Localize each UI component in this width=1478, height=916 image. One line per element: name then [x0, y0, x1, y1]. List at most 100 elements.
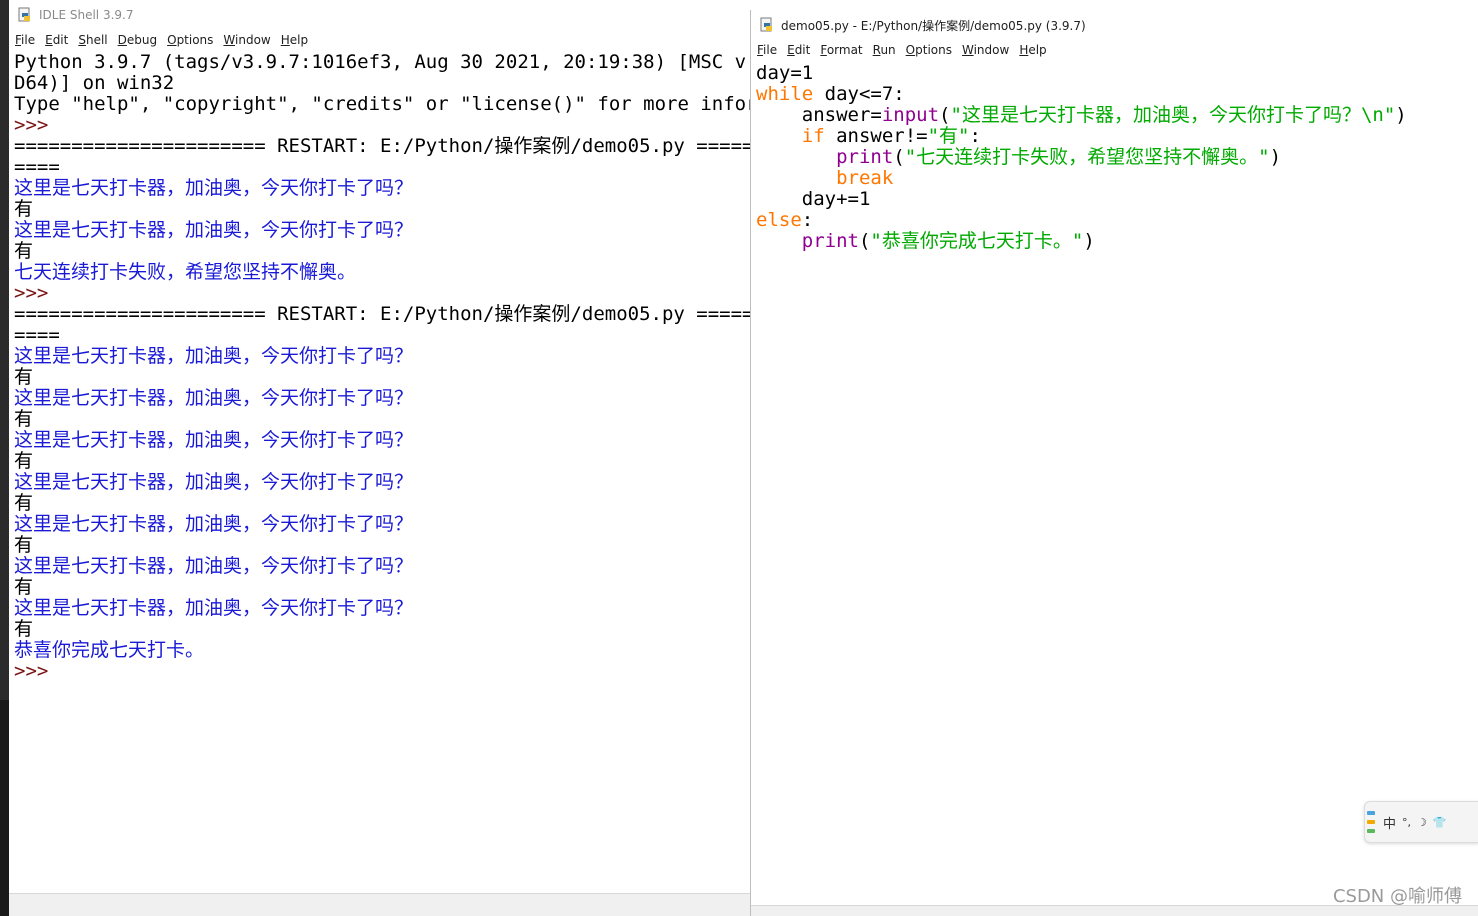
code-token-def: ): [1083, 230, 1095, 252]
ime-grip-icon[interactable]: [1367, 811, 1375, 833]
shell-line-inp: 有: [14, 492, 34, 514]
shell-menu-help[interactable]: Help: [281, 33, 308, 47]
shell-line-inp: 有: [14, 198, 34, 220]
code-token-str: "七天连续打卡失败，希望您坚持不懈奥。": [904, 146, 1270, 168]
code-token-def: ): [1395, 104, 1407, 126]
code-token-def: (: [939, 104, 951, 126]
ime-language-toggle[interactable]: 中: [1383, 813, 1396, 832]
shell-menu-options[interactable]: Options: [167, 33, 213, 47]
ime-skin-icon[interactable]: 👕: [1433, 816, 1447, 829]
shell-line-stdout: 这里是七天打卡器，加油奥，今天你打卡了吗？: [14, 555, 414, 577]
code-token-str: "恭喜你完成七天打卡。": [870, 230, 1084, 252]
code-line: else:: [756, 210, 1476, 231]
code-token-kw: break: [836, 167, 894, 189]
shell-line-inp: 有: [14, 450, 34, 472]
shell-horizontal-scrollbar[interactable]: [9, 893, 750, 916]
code-line: day=1: [756, 63, 1476, 84]
shell-menubar: File Edit Shell Debug Options Window Help: [9, 30, 750, 50]
shell-line-inp: 有: [14, 240, 34, 262]
code-token-def: (: [893, 146, 905, 168]
shell-line-inp: 有: [14, 618, 34, 640]
code-token-kw: else: [756, 209, 802, 231]
shell-line-out: ====================== RESTART: E:/Pytho…: [14, 303, 750, 325]
shell-line-stdout: 这里是七天打卡器，加油奥，今天你打卡了吗？: [14, 387, 414, 409]
shell-line-stdout: 这里是七天打卡器，加油奥，今天你打卡了吗？: [14, 219, 414, 241]
shell-line-out: D64)] on win32: [14, 72, 175, 94]
shell-line-stdout: 七天连续打卡失败，希望您坚持不懈奥。: [14, 261, 357, 283]
shell-menu-shell[interactable]: Shell: [78, 33, 107, 47]
shell-line-stdout: 这里是七天打卡器，加油奥，今天你打卡了吗？: [14, 345, 414, 367]
code-token-bi: print: [801, 230, 859, 252]
code-token-def: [756, 167, 836, 189]
shell-line-prompt: >>>: [14, 282, 60, 304]
code-line: answer=input("这里是七天打卡器，加油奥，今天你打卡了吗？\n"): [756, 105, 1476, 126]
shell-line-prompt: >>>: [14, 114, 60, 136]
editor-menu-options[interactable]: Options: [906, 43, 952, 57]
code-line: day+=1: [756, 189, 1476, 210]
code-line: if answer!="有":: [756, 126, 1476, 147]
editor-menubar: File Edit Format Run Options Window Help: [751, 40, 1478, 60]
code-line: while day<=7:: [756, 84, 1476, 105]
code-token-def: :: [801, 209, 814, 231]
code-token-def: answer!=: [824, 125, 928, 147]
editor-menu-window[interactable]: Window: [962, 43, 1009, 57]
shell-line-stdout: 这里是七天打卡器，加油奥，今天你打卡了吗？: [14, 429, 414, 451]
shell-line-stdout: 这里是七天打卡器，加油奥，今天你打卡了吗？: [14, 177, 414, 199]
editor-menu-file[interactable]: File: [757, 43, 777, 57]
shell-line-inp: 有: [14, 366, 34, 388]
code-token-def: day=1: [756, 63, 814, 84]
idle-shell-window: IDLE Shell 3.9.7 File Edit Shell Debug Optio…: [9, 0, 750, 916]
ime-moon-icon[interactable]: ☽: [1417, 816, 1427, 829]
shell-window-title: IDLE Shell 3.9.7: [39, 8, 134, 22]
shell-line-stdout: 恭喜你完成七天打卡。: [14, 639, 205, 661]
code-token-bi: print: [836, 146, 894, 168]
code-token-def: day+=1: [756, 188, 871, 210]
code-token-def: [756, 230, 802, 252]
editor-window-title: demo05.py - E:/Python/操作案例/demo05.py (3.…: [781, 18, 1086, 33]
shell-menu-debug[interactable]: Debug: [118, 33, 157, 47]
desktop-edge-shadow: [0, 700, 9, 916]
shell-titlebar[interactable]: IDLE Shell 3.9.7: [9, 0, 750, 30]
code-editor-area[interactable]: day=1 while day<=7: answer=input("这里是七天打卡…: [756, 63, 1476, 903]
code-line: print("七天连续打卡失败，希望您坚持不懈奥。"): [756, 147, 1476, 168]
shell-line-stdout: 这里是七天打卡器，加油奥，今天你打卡了吗？: [14, 513, 414, 535]
desktop-edge: [0, 0, 9, 916]
editor-menu-help[interactable]: Help: [1019, 43, 1046, 57]
code-token-str: "这里是七天打卡器，加油奥，今天你打卡了吗？\n": [950, 104, 1396, 126]
editor-menu-run[interactable]: Run: [873, 43, 896, 57]
code-token-def: :: [969, 125, 981, 147]
editor-menu-edit[interactable]: Edit: [787, 43, 810, 57]
shell-line-out: ====================== RESTART: E:/Pytho…: [14, 135, 750, 157]
code-token-bi: input: [881, 104, 940, 126]
shell-line-stdout: 这里是七天打卡器，加油奥，今天你打卡了吗？: [14, 597, 414, 619]
shell-line-out: Python 3.9.7 (tags/v3.9.7:1016ef3, Aug 3…: [14, 52, 750, 73]
code-line: print("恭喜你完成七天打卡。"): [756, 231, 1476, 252]
editor-titlebar[interactable]: demo05.py - E:/Python/操作案例/demo05.py (3.…: [751, 10, 1478, 40]
ime-toolbar[interactable]: 中 °, ☽ 👕: [1364, 801, 1478, 843]
idle-editor-window: demo05.py - E:/Python/操作案例/demo05.py (3.…: [750, 10, 1478, 916]
code-line: break: [756, 168, 1476, 189]
shell-output-area[interactable]: Python 3.9.7 (tags/v3.9.7:1016ef3, Aug 3…: [14, 52, 750, 894]
csdn-watermark: CSDN @喻师傅: [1332, 886, 1462, 907]
code-token-def: answer=: [756, 104, 882, 126]
shell-line-inp: 有: [14, 408, 34, 430]
code-token-str: "有": [927, 125, 970, 147]
shell-line-prompt: >>>: [14, 660, 60, 682]
shell-menu-file[interactable]: File: [15, 33, 35, 47]
shell-line-stdout: 这里是七天打卡器，加油奥，今天你打卡了吗？: [14, 471, 414, 493]
code-token-kw: while: [756, 83, 814, 105]
shell-line-out: ====: [14, 156, 60, 178]
code-token-kw: if: [801, 125, 825, 147]
shell-line-out: Type "help", "copyright", "credits" or "…: [14, 93, 750, 115]
code-token-def: (: [858, 230, 871, 252]
shell-line-inp: 有: [14, 534, 34, 556]
python-file-icon: [17, 7, 33, 23]
code-token-def: ): [1269, 146, 1282, 168]
code-token-def: [756, 146, 836, 168]
code-token-def: [756, 125, 802, 147]
editor-menu-format[interactable]: Format: [820, 43, 862, 57]
python-file-icon: [759, 17, 775, 33]
shell-menu-edit[interactable]: Edit: [45, 33, 68, 47]
shell-menu-window[interactable]: Window: [223, 33, 270, 47]
ime-punctuation-toggle[interactable]: °,: [1402, 816, 1411, 829]
